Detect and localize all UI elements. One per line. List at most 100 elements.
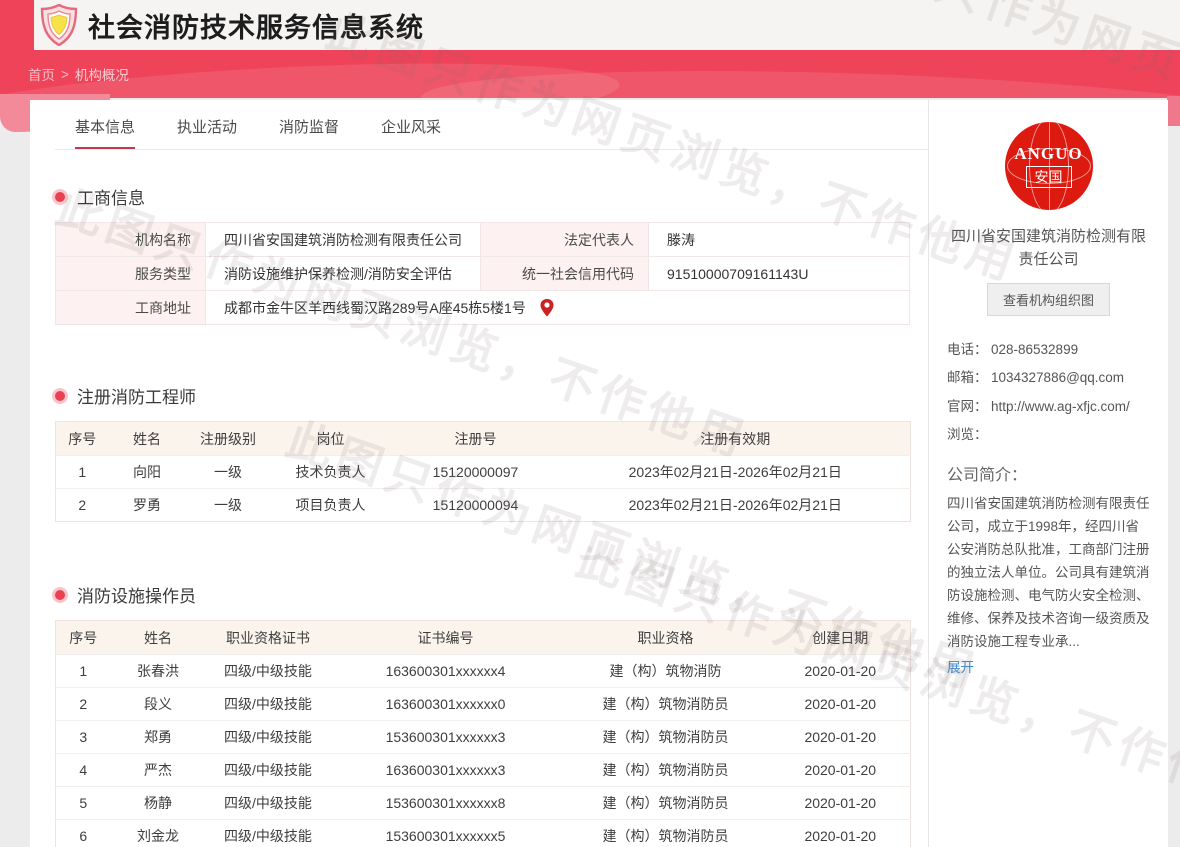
field-label: 服务类型 bbox=[56, 257, 206, 291]
table-cell: 153600301xxxxxx3 bbox=[331, 721, 561, 754]
table-cell: 2023年02月21日-2026年02月21日 bbox=[561, 489, 911, 522]
site-title: 社会消防技术服务信息系统 bbox=[88, 6, 424, 45]
column-header: 职业资格证书 bbox=[206, 621, 331, 655]
section-title-business: 工商信息 bbox=[55, 184, 928, 209]
column-header: 姓名 bbox=[109, 422, 186, 456]
tab-item[interactable]: 企业风采 bbox=[381, 116, 441, 149]
table-cell: 张春洪 bbox=[111, 655, 206, 688]
tab-item[interactable]: 基本信息 bbox=[75, 116, 135, 149]
table-row: 2段义四级/中级技能163600301xxxxxx0建（构）筑物消防员2020-… bbox=[56, 688, 911, 721]
table-cell: 2 bbox=[56, 688, 111, 721]
column-header: 序号 bbox=[56, 422, 109, 456]
section-bullet-icon bbox=[55, 391, 65, 401]
company-logo: ANGUO 安国 bbox=[1005, 122, 1093, 210]
tab-bar: 基本信息 执业活动 消防监督 企业风采 bbox=[55, 100, 928, 150]
field-label: 统一社会信用代码 bbox=[481, 257, 649, 291]
table-cell: 严杰 bbox=[111, 754, 206, 787]
table-cell: 3 bbox=[56, 721, 111, 754]
breadcrumb: 首页 > 机构概况 bbox=[28, 50, 129, 98]
column-header: 注册号 bbox=[391, 422, 561, 456]
sidebar: ANGUO 安国 四川省安国建筑消防检测有限责任公司 查看机构组织图 电话： 0… bbox=[928, 100, 1168, 847]
contact-website: 官网： http://www.ag-xfjc.com/ bbox=[947, 393, 1150, 421]
column-header: 姓名 bbox=[111, 621, 206, 655]
table-cell: 建（构）筑物消防员 bbox=[561, 721, 771, 754]
contact-email: 邮箱： 1034327886@qq.com bbox=[947, 364, 1150, 392]
field-value-address-cell: 成都市金牛区羊西线蜀汉路289号A座45栋5楼1号 bbox=[206, 291, 910, 325]
company-logo-text-en: ANGUO bbox=[1014, 144, 1082, 164]
map-pin-icon[interactable] bbox=[540, 299, 554, 317]
table-cell: 6 bbox=[56, 820, 111, 847]
section-title-text: 注册消防工程师 bbox=[77, 383, 196, 408]
table-cell: 建（构）筑物消防员 bbox=[561, 787, 771, 820]
shield-logo-icon bbox=[40, 4, 78, 46]
table-row: 6刘金龙四级/中级技能153600301xxxxxx5建（构）筑物消防员2020… bbox=[56, 820, 911, 847]
expand-link[interactable]: 展开 bbox=[947, 656, 974, 676]
field-label: 工商地址 bbox=[56, 291, 206, 325]
field-label: 机构名称 bbox=[56, 223, 206, 257]
section-title-engineers: 注册消防工程师 bbox=[55, 383, 928, 408]
table-cell: 四级/中级技能 bbox=[206, 787, 331, 820]
breadcrumb-band: 首页 > 机构概况 bbox=[0, 50, 1180, 98]
table-cell: 段义 bbox=[111, 688, 206, 721]
table-row: 服务类型 消防设施维护保养检测/消防安全评估 统一社会信用代码 91510000… bbox=[56, 257, 910, 291]
table-cell: 2020-01-20 bbox=[771, 688, 911, 721]
table-cell: 153600301xxxxxx5 bbox=[331, 820, 561, 847]
column-header: 岗位 bbox=[271, 422, 391, 456]
table-cell: 郑勇 bbox=[111, 721, 206, 754]
table-row: 2罗勇一级项目负责人151200000942023年02月21日-2026年02… bbox=[56, 489, 911, 522]
table-row: 机构名称 四川省安国建筑消防检测有限责任公司 法定代表人 滕涛 bbox=[56, 223, 910, 257]
table-row: 4严杰四级/中级技能163600301xxxxxx3建（构）筑物消防员2020-… bbox=[56, 754, 911, 787]
table-row: 1向阳一级技术负责人151200000972023年02月21日-2026年02… bbox=[56, 456, 911, 489]
field-value-credit-code: 91510000709161143U bbox=[649, 257, 910, 291]
section-title-text: 工商信息 bbox=[77, 184, 145, 209]
section-bullet-icon bbox=[55, 192, 65, 202]
column-header: 序号 bbox=[56, 621, 111, 655]
column-header: 注册级别 bbox=[186, 422, 271, 456]
table-cell: 建（构）筑物消防员 bbox=[561, 688, 771, 721]
tab-item[interactable]: 消防监督 bbox=[279, 116, 339, 149]
table-cell: 2020-01-20 bbox=[771, 820, 911, 847]
contact-list: 电话： 028-86532899 邮箱： 1034327886@qq.com 官… bbox=[947, 336, 1150, 449]
table-row: 5杨静四级/中级技能153600301xxxxxx8建（构）筑物消防员2020-… bbox=[56, 787, 911, 820]
table-cell: 2020-01-20 bbox=[771, 787, 911, 820]
profile-title: 公司简介： bbox=[947, 461, 1150, 485]
table-cell: 一级 bbox=[186, 456, 271, 489]
engineers-table: 序号姓名注册级别岗位注册号注册有效期 1向阳一级技术负责人15120000097… bbox=[55, 421, 911, 522]
breadcrumb-separator: > bbox=[61, 67, 69, 82]
field-value-org-name: 四川省安国建筑消防检测有限责任公司 bbox=[206, 223, 481, 257]
table-cell: 一级 bbox=[186, 489, 271, 522]
table-cell: 技术负责人 bbox=[271, 456, 391, 489]
business-info-table: 机构名称 四川省安国建筑消防检测有限责任公司 法定代表人 滕涛 服务类型 消防设… bbox=[55, 222, 910, 325]
table-cell: 建（构）筑物消防员 bbox=[561, 754, 771, 787]
contact-views: 浏览： bbox=[947, 421, 1150, 449]
table-cell: 15120000097 bbox=[391, 456, 561, 489]
column-header: 证书编号 bbox=[331, 621, 561, 655]
contact-phone: 电话： 028-86532899 bbox=[947, 336, 1150, 364]
top-header: 社会消防技术服务信息系统 bbox=[0, 0, 1180, 50]
table-cell: 建（构）筑物消防员 bbox=[561, 820, 771, 847]
breadcrumb-home-link[interactable]: 首页 bbox=[28, 64, 55, 84]
table-cell: 四级/中级技能 bbox=[206, 721, 331, 754]
table-header-row: 序号姓名职业资格证书证书编号职业资格创建日期 bbox=[56, 621, 911, 655]
column-header: 注册有效期 bbox=[561, 422, 911, 456]
tab-item[interactable]: 执业活动 bbox=[177, 116, 237, 149]
org-chart-button[interactable]: 查看机构组织图 bbox=[987, 283, 1110, 316]
content-card: 基本信息 执业活动 消防监督 企业风采 工商信息 机构名称 四川省安国建筑消防检… bbox=[30, 100, 1168, 847]
table-cell: 2020-01-20 bbox=[771, 655, 911, 688]
main-column: 基本信息 执业活动 消防监督 企业风采 工商信息 机构名称 四川省安国建筑消防检… bbox=[30, 100, 928, 847]
website-link[interactable]: http://www.ag-xfjc.com/ bbox=[991, 393, 1130, 421]
table-cell: 2023年02月21日-2026年02月21日 bbox=[561, 456, 911, 489]
column-header: 职业资格 bbox=[561, 621, 771, 655]
corner-red-decoration bbox=[0, 0, 34, 50]
table-row: 3郑勇四级/中级技能153600301xxxxxx3建（构）筑物消防员2020-… bbox=[56, 721, 911, 754]
field-value-address: 成都市金牛区羊西线蜀汉路289号A座45栋5楼1号 bbox=[224, 298, 526, 318]
table-cell: 2020-01-20 bbox=[771, 754, 911, 787]
table-row: 工商地址 成都市金牛区羊西线蜀汉路289号A座45栋5楼1号 bbox=[56, 291, 910, 325]
table-cell: 向阳 bbox=[109, 456, 186, 489]
company-logo-text-zh: 安国 bbox=[1026, 166, 1072, 188]
field-value-service-type: 消防设施维护保养检测/消防安全评估 bbox=[206, 257, 481, 291]
column-header: 创建日期 bbox=[771, 621, 911, 655]
table-cell: 建（构）筑物消防 bbox=[561, 655, 771, 688]
table-cell: 四级/中级技能 bbox=[206, 688, 331, 721]
section-title-text: 消防设施操作员 bbox=[77, 582, 196, 607]
